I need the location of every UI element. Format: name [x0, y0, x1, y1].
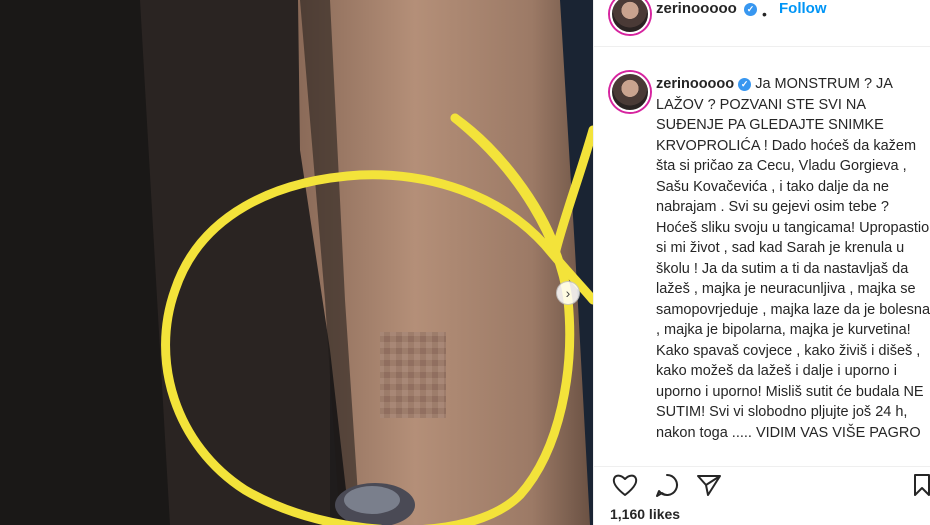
post-sidebar: zerinooooo ✓ • Follow zerinooooo ✓ Ja MO… — [593, 0, 930, 525]
caption-area: zerinooooo ✓ Ja MONSTRUM ? JA LAŽOV ? PO… — [594, 60, 930, 454]
verified-badge-icon: ✓ — [744, 3, 757, 16]
follow-button[interactable]: Follow — [779, 0, 827, 17]
action-bar — [594, 466, 930, 501]
heart-icon[interactable] — [612, 473, 638, 502]
avatar[interactable] — [610, 0, 650, 34]
next-photo-button[interactable]: › — [556, 281, 580, 305]
post-photo[interactable]: › — [0, 0, 593, 525]
paper-plane-icon[interactable] — [696, 473, 722, 502]
separator-dot: • — [762, 6, 767, 22]
caption: zerinooooo ✓ Ja MONSTRUM ? JA LAŽOV ? PO… — [656, 74, 930, 443]
caption-text: Ja MONSTRUM ? JA LAŽOV ? POZVANI STE SVI… — [656, 76, 930, 441]
header-username[interactable]: zerinooooo — [656, 0, 737, 17]
chevron-right-icon: › — [565, 285, 571, 301]
photo-image — [0, 0, 593, 525]
likes-count[interactable]: 1,160 likes — [610, 506, 680, 522]
caption-username[interactable]: zerinooooo — [656, 76, 734, 92]
comment-icon[interactable] — [654, 473, 680, 502]
post-header: zerinooooo ✓ • Follow — [594, 0, 930, 47]
verified-badge-icon: ✓ — [738, 78, 752, 91]
caption-avatar[interactable] — [610, 72, 650, 112]
bookmark-icon[interactable] — [912, 473, 930, 502]
